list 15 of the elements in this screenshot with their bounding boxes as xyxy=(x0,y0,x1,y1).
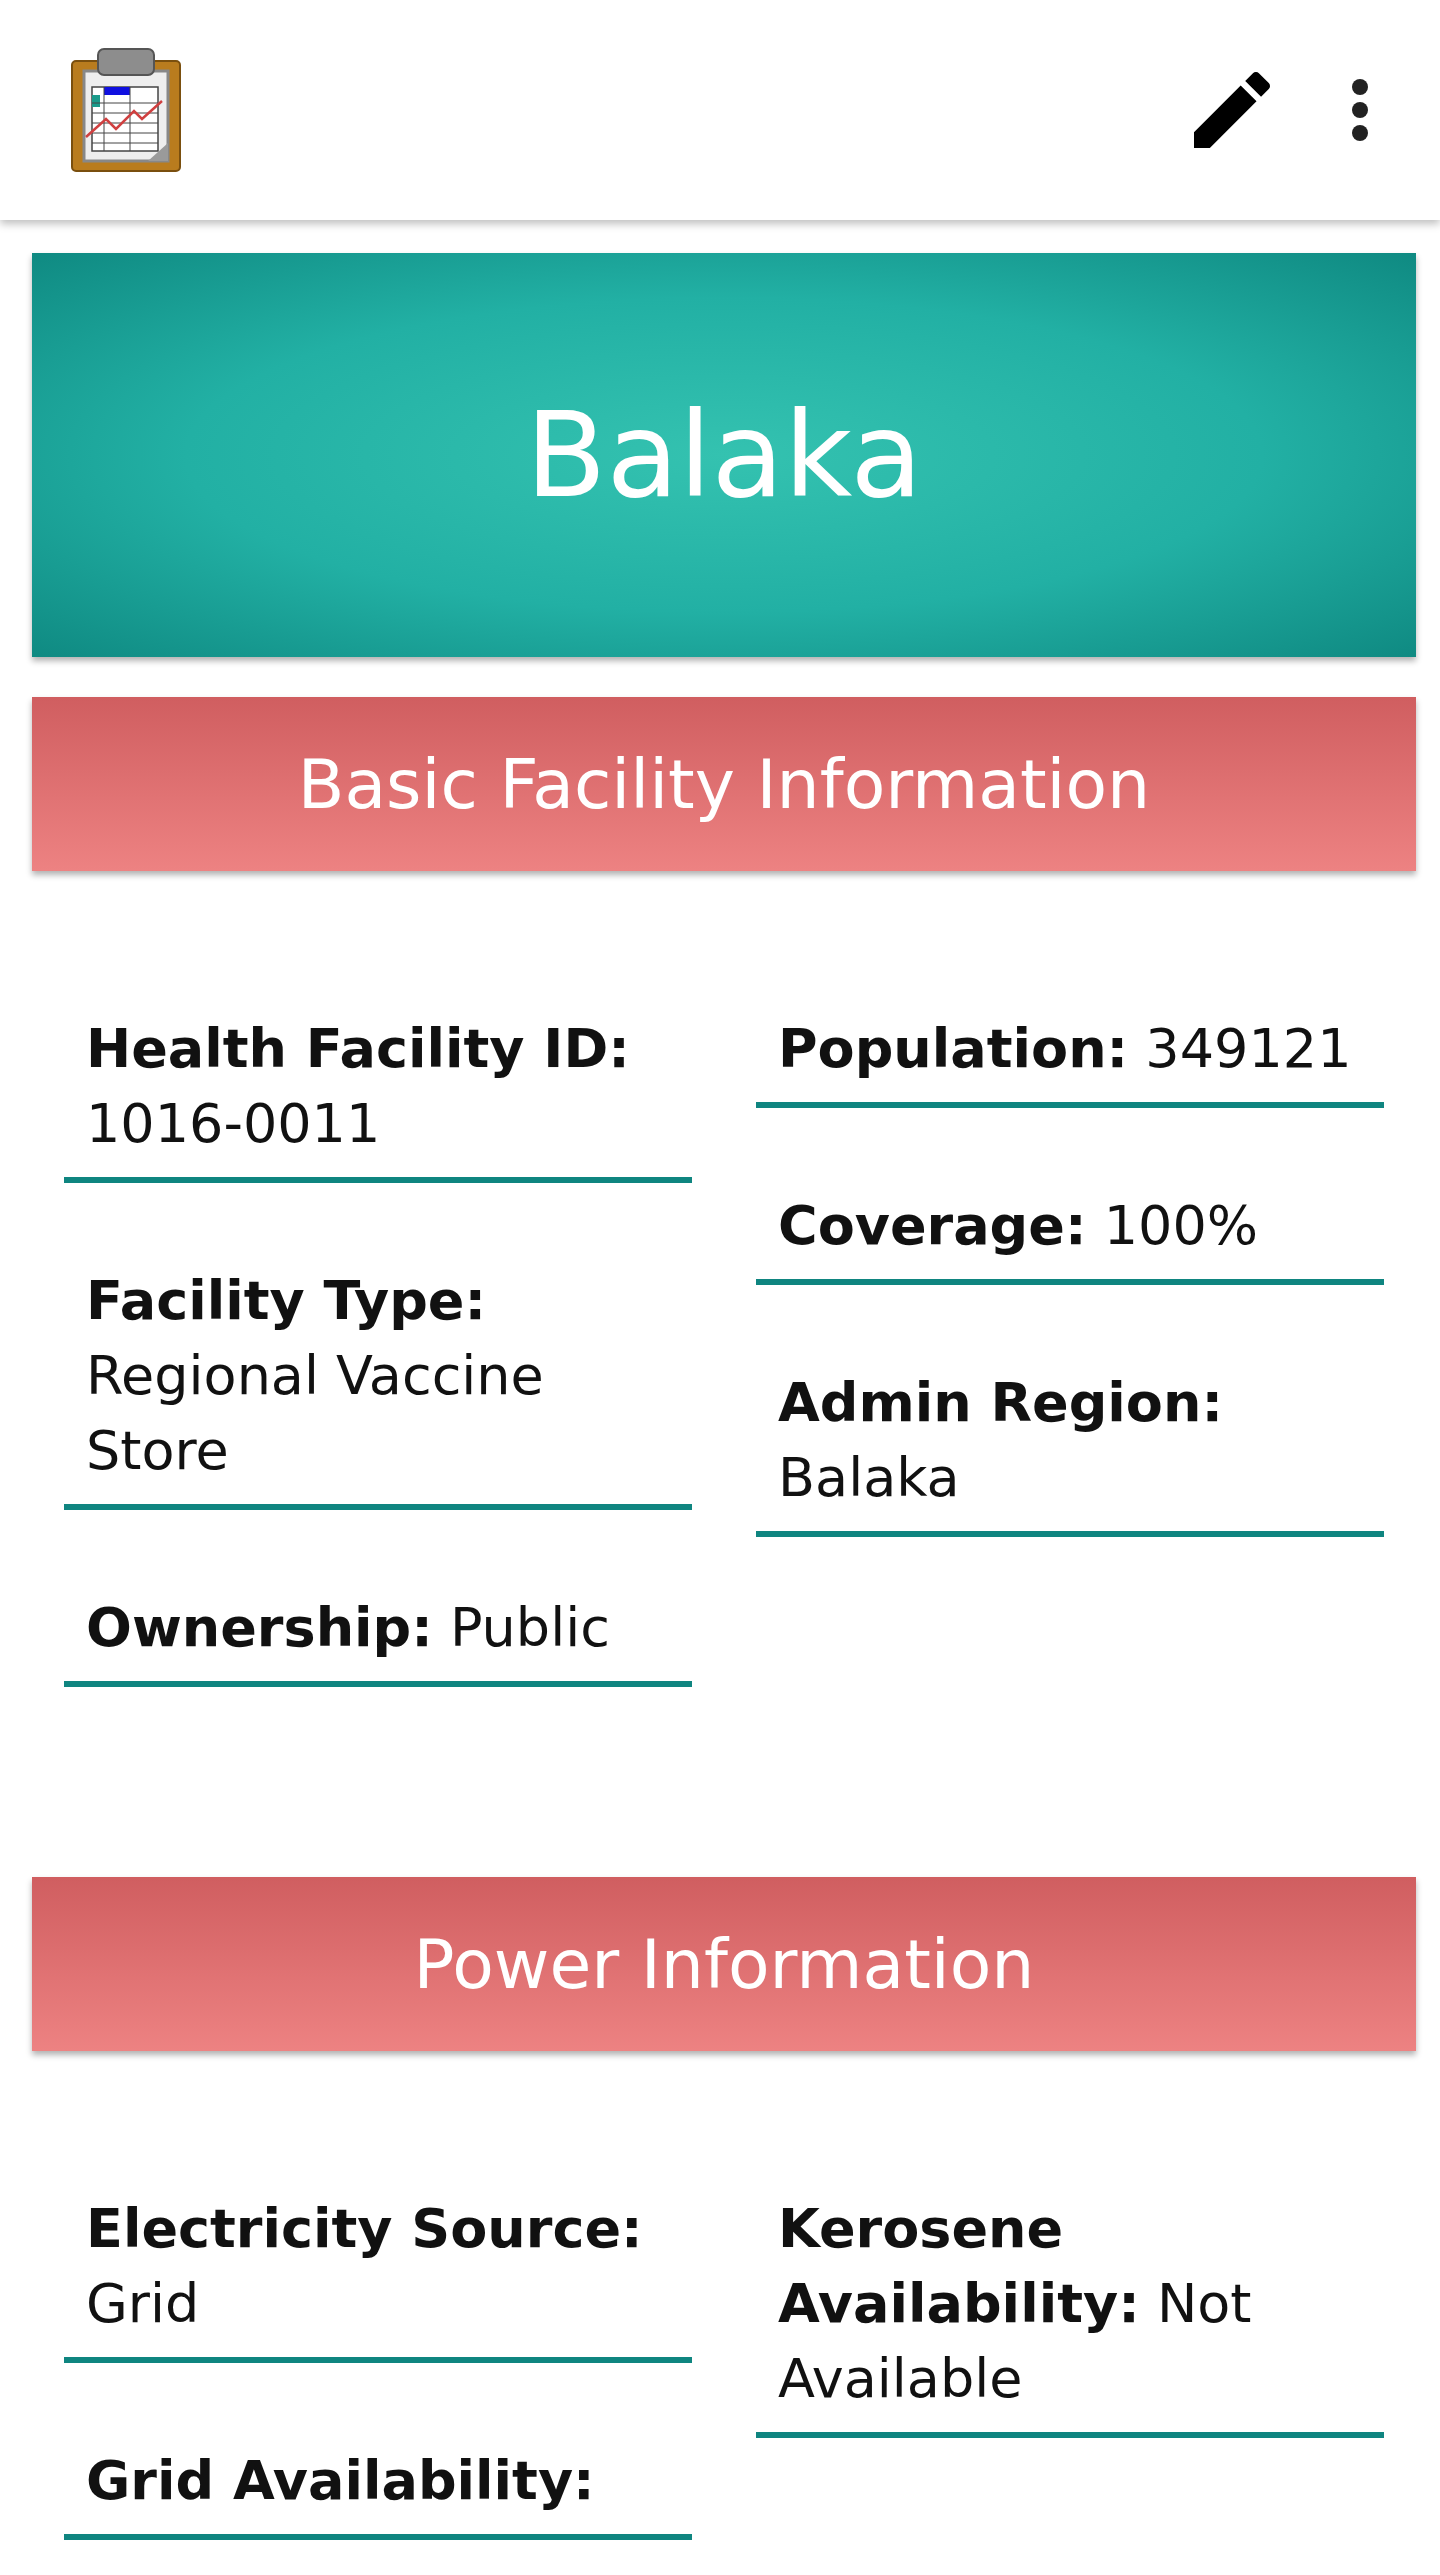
info-field: Electricity Source: Grid xyxy=(64,2191,692,2363)
info-field: Facility Type: Regional Vaccine Store xyxy=(64,1263,692,1510)
info-field: Kerosene Availability: Not Available xyxy=(756,2191,1384,2438)
info-field: Health Facility ID: 1016-0011 xyxy=(64,1011,692,1183)
info-field: Ownership: Public xyxy=(64,1590,692,1687)
info-field: Admin Region: Balaka xyxy=(756,1365,1384,1537)
pencil-icon xyxy=(1194,72,1270,148)
facility-name: Balaka xyxy=(525,386,923,524)
info-field: Grid Availability: xyxy=(64,2443,692,2540)
info-field: Population: 349121 xyxy=(756,1011,1384,1108)
section-title: Basic Facility Information xyxy=(297,744,1151,824)
clipboard-chart-icon xyxy=(70,47,182,173)
section-title: Power Information xyxy=(413,1924,1035,2004)
more-vertical-icon xyxy=(1350,78,1370,142)
info-field: Coverage: 100% xyxy=(756,1188,1384,1285)
